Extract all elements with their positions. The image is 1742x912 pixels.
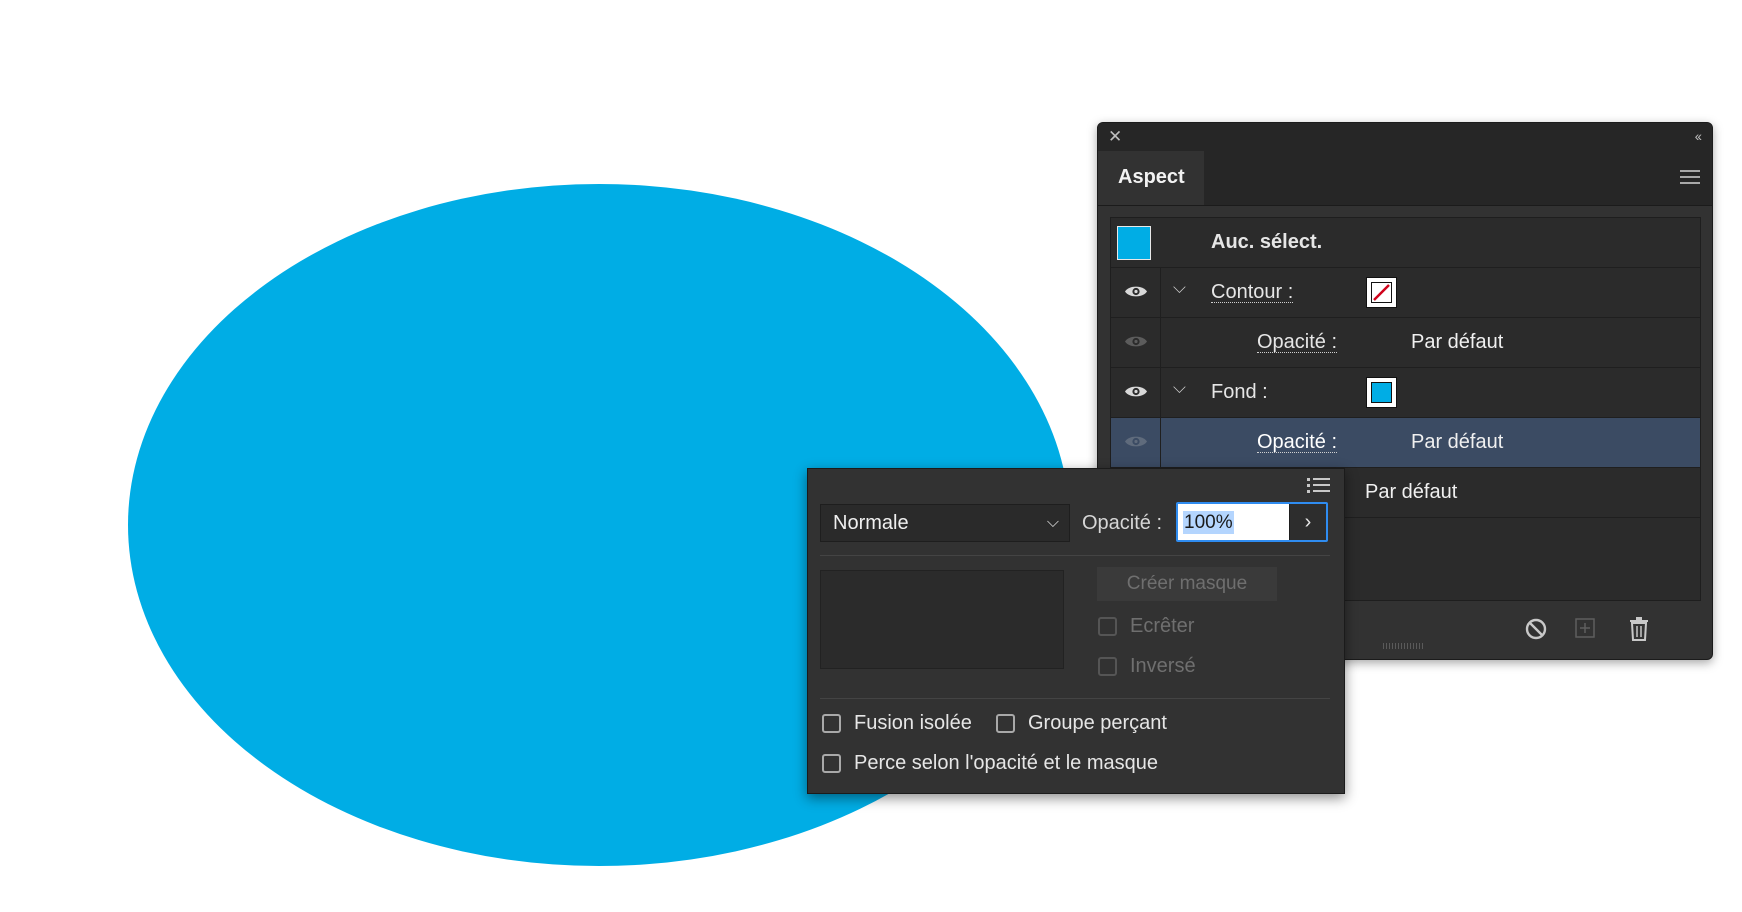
mask-thumbnail	[820, 570, 1064, 669]
stroke-label[interactable]: Contour :	[1211, 282, 1294, 303]
knockout-group-label: Groupe perçant	[1028, 712, 1167, 734]
eye-icon	[1125, 436, 1147, 447]
opacity-input[interactable]: 100% ›	[1176, 502, 1328, 542]
fill-visibility-toggle[interactable]	[1111, 368, 1161, 417]
stroke-opacity-visibility-toggle[interactable]	[1111, 318, 1161, 367]
fill-opacity-label[interactable]: Opacité :	[1257, 432, 1338, 453]
duplicate-item-icon[interactable]	[1574, 617, 1596, 639]
eye-icon	[1125, 336, 1147, 347]
stroke-row[interactable]: ⌵ Contour :	[1111, 268, 1700, 318]
knockout-group-checkbox[interactable]	[996, 714, 1015, 733]
stroke-opacity-label[interactable]: Opacité :	[1257, 332, 1338, 353]
stroke-opacity-row[interactable]: Opacité : Par défaut	[1111, 318, 1700, 368]
stroke-opacity-value: Par défaut	[1411, 331, 1504, 353]
opacity-label: Opacité :	[1082, 512, 1163, 534]
invert-mask-label: Inversé	[1130, 655, 1196, 677]
panel-resize-grip[interactable]	[1383, 643, 1423, 649]
no-selection-label: Auc. sélect.	[1211, 231, 1323, 253]
divider	[820, 698, 1330, 699]
opacity-input-value[interactable]: 100%	[1183, 511, 1234, 534]
chevron-down-icon[interactable]: ⌵	[1173, 278, 1186, 298]
fill-opacity-visibility-toggle[interactable]	[1111, 418, 1161, 467]
transparency-popup: Normale ⌵ Opacité : 100% › Créer masque …	[807, 468, 1345, 794]
popup-options-icon[interactable]	[1307, 477, 1331, 495]
stroke-swatch[interactable]	[1366, 277, 1397, 308]
none-swatch-icon	[1373, 284, 1390, 301]
appearance-header-row[interactable]: Auc. sélect.	[1111, 218, 1700, 268]
clip-label: Ecrêter	[1130, 615, 1195, 637]
panel-title-bar: ✕ ‹‹	[1098, 123, 1712, 151]
opacity-mask-knockout-checkbox[interactable]	[822, 754, 841, 773]
divider	[820, 555, 1330, 556]
create-mask-button[interactable]: Créer masque	[1097, 567, 1277, 601]
invert-mask-checkbox[interactable]	[1098, 657, 1117, 676]
opacity-mask-knockout-label: Perce selon l'opacité et le masque	[854, 752, 1158, 774]
fill-row[interactable]: ⌵ Fond :	[1111, 368, 1700, 418]
chevron-right-icon[interactable]: ›	[1289, 504, 1326, 540]
chevron-down-icon: ⌵	[1046, 514, 1059, 531]
stroke-visibility-toggle[interactable]	[1111, 268, 1161, 317]
collapse-panel-icon[interactable]: ‹‹	[1695, 128, 1702, 144]
isolated-blend-label: Fusion isolée	[854, 712, 972, 734]
eye-icon	[1125, 386, 1147, 397]
clip-checkbox[interactable]	[1098, 617, 1117, 636]
fill-swatch-color	[1371, 382, 1392, 403]
blend-mode-select[interactable]: Normale ⌵	[820, 504, 1070, 542]
fill-opacity-row[interactable]: Opacité : Par défaut	[1111, 418, 1700, 468]
object-opacity-value: Par défaut	[1365, 481, 1458, 503]
trash-icon[interactable]	[1628, 617, 1650, 641]
fill-label: Fond :	[1211, 381, 1268, 403]
tab-aspect[interactable]: Aspect	[1098, 151, 1204, 205]
clear-appearance-icon[interactable]	[1524, 617, 1548, 641]
chevron-down-icon[interactable]: ⌵	[1173, 378, 1186, 398]
panel-tab-row: Aspect	[1098, 151, 1712, 206]
fill-opacity-value: Par défaut	[1411, 431, 1504, 453]
eye-icon	[1125, 286, 1147, 297]
object-swatch	[1117, 226, 1151, 260]
panel-menu-icon[interactable]	[1680, 170, 1700, 186]
isolated-blend-checkbox[interactable]	[822, 714, 841, 733]
close-icon[interactable]: ✕	[1108, 128, 1122, 146]
blend-mode-value: Normale	[833, 512, 909, 534]
fill-swatch[interactable]	[1366, 377, 1397, 408]
